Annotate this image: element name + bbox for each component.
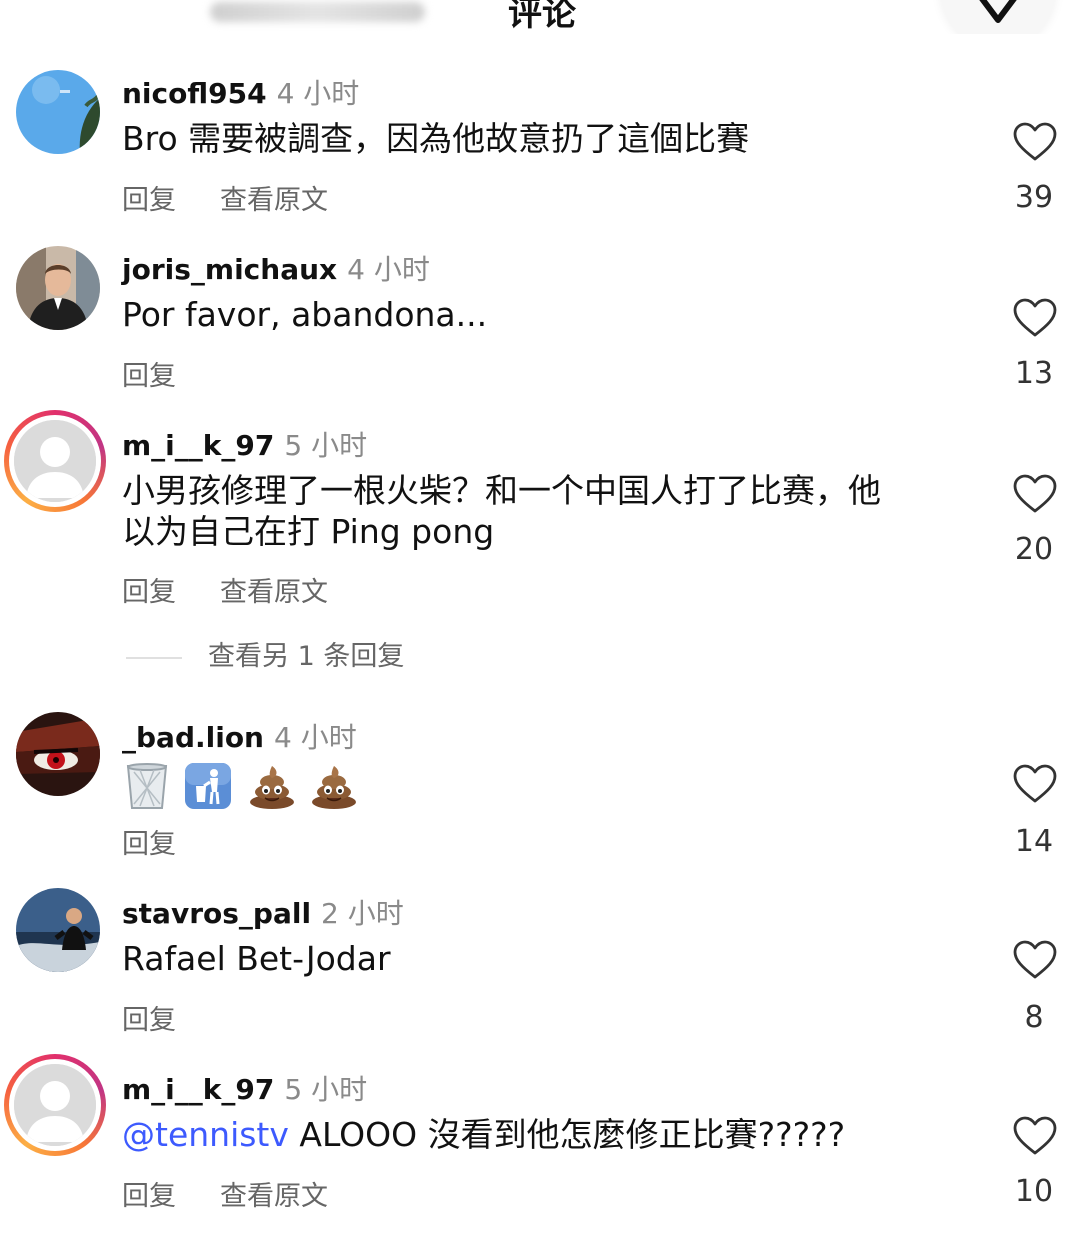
close-button[interactable] xyxy=(940,0,1056,34)
avatar[interactable] xyxy=(4,1054,106,1156)
reply-button[interactable]: 回复 xyxy=(122,829,176,860)
avatar[interactable] xyxy=(16,888,100,972)
pile-of-poo-icon xyxy=(248,762,296,814)
blurred-header-text xyxy=(210,2,425,22)
chevron-down-icon xyxy=(979,0,1017,23)
comment-text: 小男孩修理了一根火柴？和一个中国人打了比赛，他 以为自己在打 Ping pong xyxy=(122,470,967,552)
like-count: 20 xyxy=(1014,532,1054,567)
timestamp: 4 小时 xyxy=(347,253,430,286)
see-original-button[interactable]: 查看原文 xyxy=(220,185,328,216)
timestamp: 2 小时 xyxy=(321,897,404,930)
username[interactable]: nicofl954 xyxy=(122,77,267,110)
like-count: 39 xyxy=(1014,180,1054,215)
comment-text: Rafael Bet-Jodar xyxy=(122,939,391,978)
username[interactable]: m_i__k_97 xyxy=(122,429,274,462)
reply-button[interactable]: 回复 xyxy=(122,1181,176,1212)
like-count: 10 xyxy=(1014,1174,1054,1209)
comment-actions: 回复 xyxy=(122,822,220,861)
heart-icon[interactable] xyxy=(1012,764,1058,804)
view-more-replies-button[interactable]: 查看另 1 条回复 xyxy=(126,634,404,673)
timestamp: 4 小时 xyxy=(276,77,360,110)
comment-header: nicofl954 4 小时 xyxy=(122,72,359,112)
mention-link[interactable]: @tennistv xyxy=(122,1115,289,1154)
comment-text-body: ALOOO 沒看到他怎麼修正比賽????? xyxy=(288,1115,846,1154)
litter-in-bin-sign-icon xyxy=(184,762,232,814)
comment-header: _bad.lion 4 小时 xyxy=(122,716,357,756)
top-bar: 评论 xyxy=(0,0,1082,34)
reply-button[interactable]: 回复 xyxy=(122,577,176,608)
comment-text: @tennistv ALOOO 沒看到他怎麼修正比賽????? xyxy=(122,1114,967,1155)
like-count: 14 xyxy=(1014,824,1054,859)
pile-of-poo-icon xyxy=(310,762,358,814)
avatar[interactable] xyxy=(16,712,100,796)
avatar[interactable] xyxy=(4,410,106,512)
timestamp: 5 小时 xyxy=(284,1073,368,1106)
comment-header: m_i__k_97 5 小时 xyxy=(122,1068,367,1108)
avatar[interactable] xyxy=(16,246,100,330)
heart-icon[interactable] xyxy=(1012,474,1058,514)
see-original-button[interactable]: 查看原文 xyxy=(220,577,328,608)
username[interactable]: stavros_pall xyxy=(122,897,311,930)
reply-button[interactable]: 回复 xyxy=(122,185,176,216)
comment-actions: 回复 查看原文 xyxy=(122,178,372,217)
comment-header: joris_michaux 4 小时 xyxy=(122,248,430,288)
wastebasket-icon xyxy=(124,762,170,814)
comment-text-line: 以为自己在打 Ping pong xyxy=(122,512,495,551)
page-title: 评论 xyxy=(508,0,576,34)
like-count: 13 xyxy=(1014,356,1054,391)
heart-icon[interactable] xyxy=(1012,298,1058,338)
comment-actions: 回复 查看原文 xyxy=(122,1174,372,1213)
username[interactable]: joris_michaux xyxy=(122,253,337,286)
comment-text-line: 小男孩修理了一根火柴？和一个中国人打了比赛，他 xyxy=(122,471,881,510)
like-count: 8 xyxy=(1024,1000,1044,1035)
comment-actions: 回复 xyxy=(122,354,220,393)
reply-button[interactable]: 回复 xyxy=(122,1005,176,1036)
comment-header: m_i__k_97 5 小时 xyxy=(122,424,367,464)
comment-actions: 回复 查看原文 xyxy=(122,570,372,609)
view-more-replies-label: 查看另 1 条回复 xyxy=(208,641,405,672)
heart-icon[interactable] xyxy=(1012,1116,1058,1156)
username[interactable]: _bad.lion xyxy=(122,721,264,754)
username[interactable]: m_i__k_97 xyxy=(122,1073,274,1106)
divider xyxy=(126,656,182,659)
see-original-button[interactable]: 查看原文 xyxy=(220,1181,328,1212)
comment-text: Bro 需要被調查，因為他故意扔了這個比賽 xyxy=(122,119,750,158)
comment-text: Por favor, abandona... xyxy=(122,295,488,334)
timestamp: 5 小时 xyxy=(284,429,368,462)
heart-icon[interactable] xyxy=(1012,122,1058,162)
avatar[interactable] xyxy=(16,70,100,154)
heart-icon[interactable] xyxy=(1012,940,1058,980)
reply-button[interactable]: 回复 xyxy=(122,361,176,392)
timestamp: 4 小时 xyxy=(273,721,357,754)
comment-actions: 回复 xyxy=(122,998,220,1037)
comment-header: stavros_pall 2 小时 xyxy=(122,892,404,932)
